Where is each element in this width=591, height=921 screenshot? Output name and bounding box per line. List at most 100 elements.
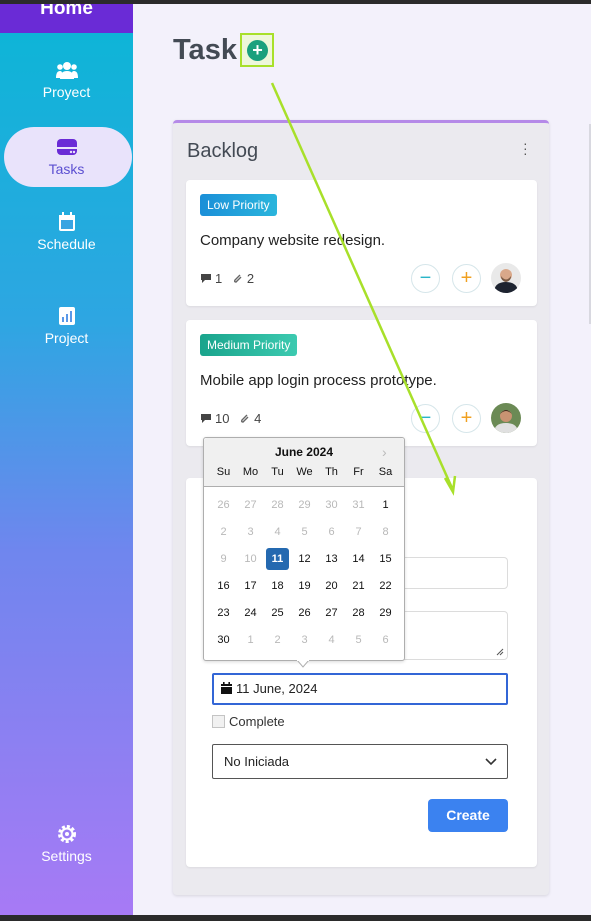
- comment-icon: [201, 414, 211, 423]
- datepicker-day: 5: [355, 634, 362, 646]
- task-card[interactable]: Medium Priority Mobile app login process…: [186, 320, 537, 446]
- datepicker-month: June 2024: [274, 445, 334, 459]
- datepicker-day[interactable]: 21: [347, 575, 370, 597]
- increase-button[interactable]: +: [452, 404, 481, 433]
- datepicker-day: 26: [217, 499, 230, 511]
- avatar: [491, 403, 521, 433]
- paperclip-icon: [233, 274, 242, 283]
- datepicker-day[interactable]: 11: [266, 548, 289, 570]
- datepicker-day[interactable]: 29: [374, 602, 397, 624]
- datepicker-day: 9: [220, 553, 227, 565]
- increase-button[interactable]: +: [452, 264, 481, 293]
- datepicker-day: 3: [301, 634, 308, 646]
- complete-checkbox[interactable]: [212, 715, 225, 728]
- due-date-input[interactable]: 11 June, 2024: [212, 673, 508, 705]
- sidebar-item-label: Tasks: [48, 161, 85, 177]
- datepicker-day: 30: [325, 499, 338, 511]
- datepicker-day[interactable]: 14: [347, 548, 370, 570]
- datepicker-day: 2: [220, 526, 227, 538]
- sidebar-item-settings[interactable]: Settings: [0, 824, 133, 864]
- sidebar-item-tasks[interactable]: Tasks: [0, 137, 133, 177]
- datepicker-day: 27: [244, 499, 257, 511]
- task-card[interactable]: Low Priority Company website redesign. 1…: [186, 180, 537, 306]
- datepicker-day: 1: [247, 634, 254, 646]
- datepicker-header: June 2024 ›: [204, 438, 404, 487]
- datepicker-day[interactable]: 17: [239, 575, 262, 597]
- datepicker-day[interactable]: 23: [212, 602, 235, 624]
- task-title: Mobile app login process prototype.: [200, 372, 437, 389]
- datepicker-day[interactable]: 13: [320, 548, 343, 570]
- datepicker-day[interactable]: 27: [320, 602, 343, 624]
- datepicker-weekday: Fr: [353, 466, 364, 478]
- datepicker-weekday: We: [296, 466, 313, 478]
- avatar: [491, 263, 521, 293]
- plus-icon: +: [247, 40, 268, 61]
- datepicker-day: 6: [382, 634, 389, 646]
- sidebar-item-label: Schedule: [37, 236, 96, 252]
- datepicker-day: 3: [247, 526, 254, 538]
- task-meta: 1 2: [200, 271, 254, 286]
- datepicker-day[interactable]: 25: [266, 602, 289, 624]
- datepicker-day[interactable]: 12: [293, 548, 316, 570]
- comment-count: 1: [215, 271, 223, 286]
- chevron-down-icon: [485, 758, 497, 766]
- attachment-count: 2: [246, 271, 255, 286]
- datepicker-day: 4: [328, 634, 335, 646]
- complete-label: Complete: [229, 714, 285, 729]
- add-task-button[interactable]: +: [240, 33, 274, 67]
- comment-count: 10: [215, 411, 230, 426]
- window-bottom-border: [0, 915, 591, 921]
- task-title: Company website redesign.: [200, 232, 386, 249]
- datepicker-day: 10: [244, 553, 257, 565]
- create-button[interactable]: Create: [428, 799, 508, 832]
- datepicker-day[interactable]: 19: [293, 575, 316, 597]
- users-icon: [55, 62, 78, 79]
- datepicker-day: 7: [355, 526, 362, 538]
- sidebar-item-proyect[interactable]: Proyect: [0, 60, 133, 100]
- resize-handle-icon[interactable]: [495, 647, 504, 656]
- datepicker-popup: June 2024 › Su Mo Tu We Th Fr Sa 26 27 28 29 30 31 1…: [203, 437, 405, 668]
- decrease-button[interactable]: −: [411, 404, 440, 433]
- sidebar-item-schedule[interactable]: Schedule: [0, 212, 133, 252]
- chevron-right-icon[interactable]: ›: [382, 444, 387, 460]
- datepicker-day: 31: [352, 499, 365, 511]
- sidebar-home-link[interactable]: Home: [0, 4, 133, 33]
- datepicker-weekday: Mo: [242, 466, 259, 478]
- datepicker-day[interactable]: 26: [293, 602, 316, 624]
- sidebar: Home Proyect Tasks Schedule Project Sett…: [0, 4, 133, 915]
- datepicker-day[interactable]: 28: [347, 602, 370, 624]
- datepicker-weekday: Tu: [271, 466, 284, 478]
- datepicker-day[interactable]: 1: [374, 494, 397, 516]
- datepicker-day: 8: [382, 526, 389, 538]
- calendar-icon: [58, 212, 75, 231]
- status-select[interactable]: No Iniciada: [212, 744, 508, 779]
- sidebar-item-label: Proyect: [42, 84, 91, 100]
- datepicker-day: 2: [274, 634, 281, 646]
- kebab-menu-icon[interactable]: · · ·: [523, 136, 528, 160]
- datepicker-day[interactable]: 22: [374, 575, 397, 597]
- datepicker-day[interactable]: 18: [266, 575, 289, 597]
- gear-icon: [57, 825, 76, 843]
- datepicker-weekday: Sa: [378, 466, 393, 478]
- page-title: Task: [173, 34, 237, 66]
- status-value: No Iniciada: [224, 754, 290, 769]
- datepicker-day[interactable]: 16: [212, 575, 235, 597]
- due-date-value: 11 June, 2024: [236, 681, 318, 696]
- calendar-icon: [221, 682, 232, 694]
- datepicker-day: 5: [301, 526, 308, 538]
- datepicker-weekday: Su: [216, 466, 231, 478]
- datepicker-day[interactable]: 24: [239, 602, 262, 624]
- priority-badge: Low Priority: [200, 194, 277, 216]
- attachment-count: 4: [254, 411, 262, 426]
- datepicker-day: 4: [274, 526, 281, 538]
- datepicker-day[interactable]: 15: [374, 548, 397, 570]
- datepicker-day[interactable]: 20: [320, 575, 343, 597]
- task-meta: 10 4: [200, 411, 261, 426]
- comment-icon: [201, 274, 211, 283]
- datepicker-day: 29: [298, 499, 311, 511]
- paperclip-icon: [241, 414, 249, 423]
- drive-icon: [56, 139, 77, 155]
- datepicker-day[interactable]: 30: [212, 629, 235, 651]
- decrease-button[interactable]: −: [411, 264, 440, 293]
- sidebar-item-project[interactable]: Project: [0, 306, 133, 346]
